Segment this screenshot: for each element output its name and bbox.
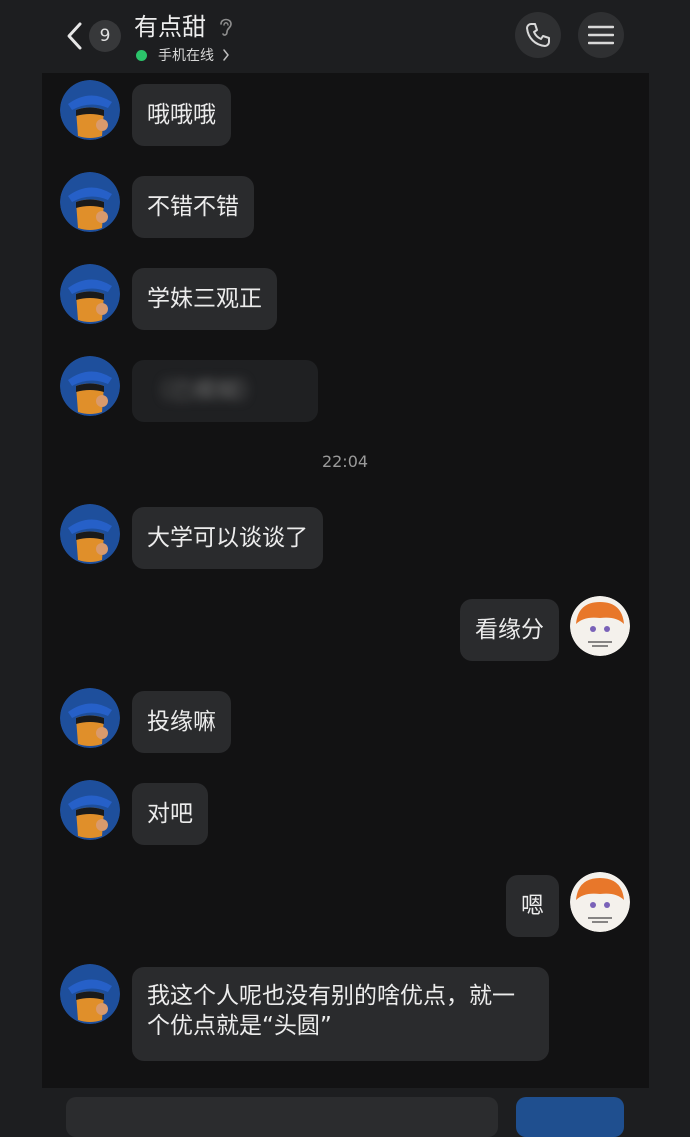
message-input[interactable] — [66, 1097, 498, 1137]
message-bubble[interactable]: 对吧 — [132, 783, 208, 845]
my-avatar[interactable] — [570, 596, 630, 656]
message-bubble[interactable]: 大学可以谈谈了 — [132, 507, 323, 569]
message-text: 嗯 — [521, 893, 544, 919]
contact-avatar[interactable] — [60, 172, 120, 232]
contact-avatar[interactable] — [60, 504, 120, 564]
ear-icon — [220, 18, 232, 36]
phone-icon — [526, 23, 550, 47]
chevron-right-icon — [223, 49, 229, 61]
timestamp-divider: 22:04 — [321, 452, 369, 471]
contact-avatar[interactable] — [60, 964, 120, 1024]
status-text: 手机在线 — [158, 48, 214, 64]
message-bubble[interactable]: 投缘嘛 — [132, 691, 231, 753]
message-text: 不错不错 — [147, 194, 239, 220]
my-avatar[interactable] — [570, 872, 630, 932]
message-text: 看缘分 — [475, 617, 544, 643]
contact-name[interactable]: 有点甜 — [134, 12, 206, 42]
message-bubble[interactable]: 学妹三观正 — [132, 268, 277, 330]
blurred-message-bubble[interactable]: （已模糊） — [132, 360, 318, 422]
contact-avatar[interactable] — [60, 356, 120, 416]
contact-avatar[interactable] — [60, 688, 120, 748]
message-text: 投缘嘛 — [147, 709, 216, 735]
online-dot — [136, 49, 147, 61]
message-bubble[interactable]: 我这个人呢也没有别的啥优点，就一个优点就是“头圆” — [132, 967, 549, 1061]
message-bubble[interactable]: 不错不错 — [132, 176, 254, 238]
message-text: 大学可以谈谈了 — [147, 525, 308, 551]
menu-button[interactable] — [578, 12, 624, 58]
voice-call-button[interactable] — [515, 12, 561, 58]
contact-avatar[interactable] — [60, 80, 120, 140]
message-bubble[interactable]: 哦哦哦 — [132, 84, 231, 146]
my-message-bubble[interactable]: 看缘分 — [460, 599, 559, 661]
message-text: 学妹三观正 — [147, 286, 262, 312]
chat-header: 9 有点甜 手机在线 — [0, 0, 690, 73]
unread-count-badge[interactable]: 9 — [89, 20, 121, 52]
online-status[interactable]: 手机在线 — [136, 46, 230, 64]
message-text: 对吧 — [147, 801, 193, 827]
message-text: 我这个人呢也没有别的啥优点，就一个优点就是“头圆” — [147, 983, 515, 1039]
contact-avatar[interactable] — [60, 780, 120, 840]
chevron-left-icon[interactable] — [62, 18, 90, 54]
message-text: 哦哦哦 — [147, 102, 216, 128]
my-message-bubble[interactable]: 嗯 — [506, 875, 559, 937]
contact-avatar[interactable] — [60, 264, 120, 324]
message-text: （已模糊） — [147, 378, 262, 404]
hamburger-menu-icon — [588, 25, 614, 45]
send-button[interactable] — [516, 1097, 624, 1137]
